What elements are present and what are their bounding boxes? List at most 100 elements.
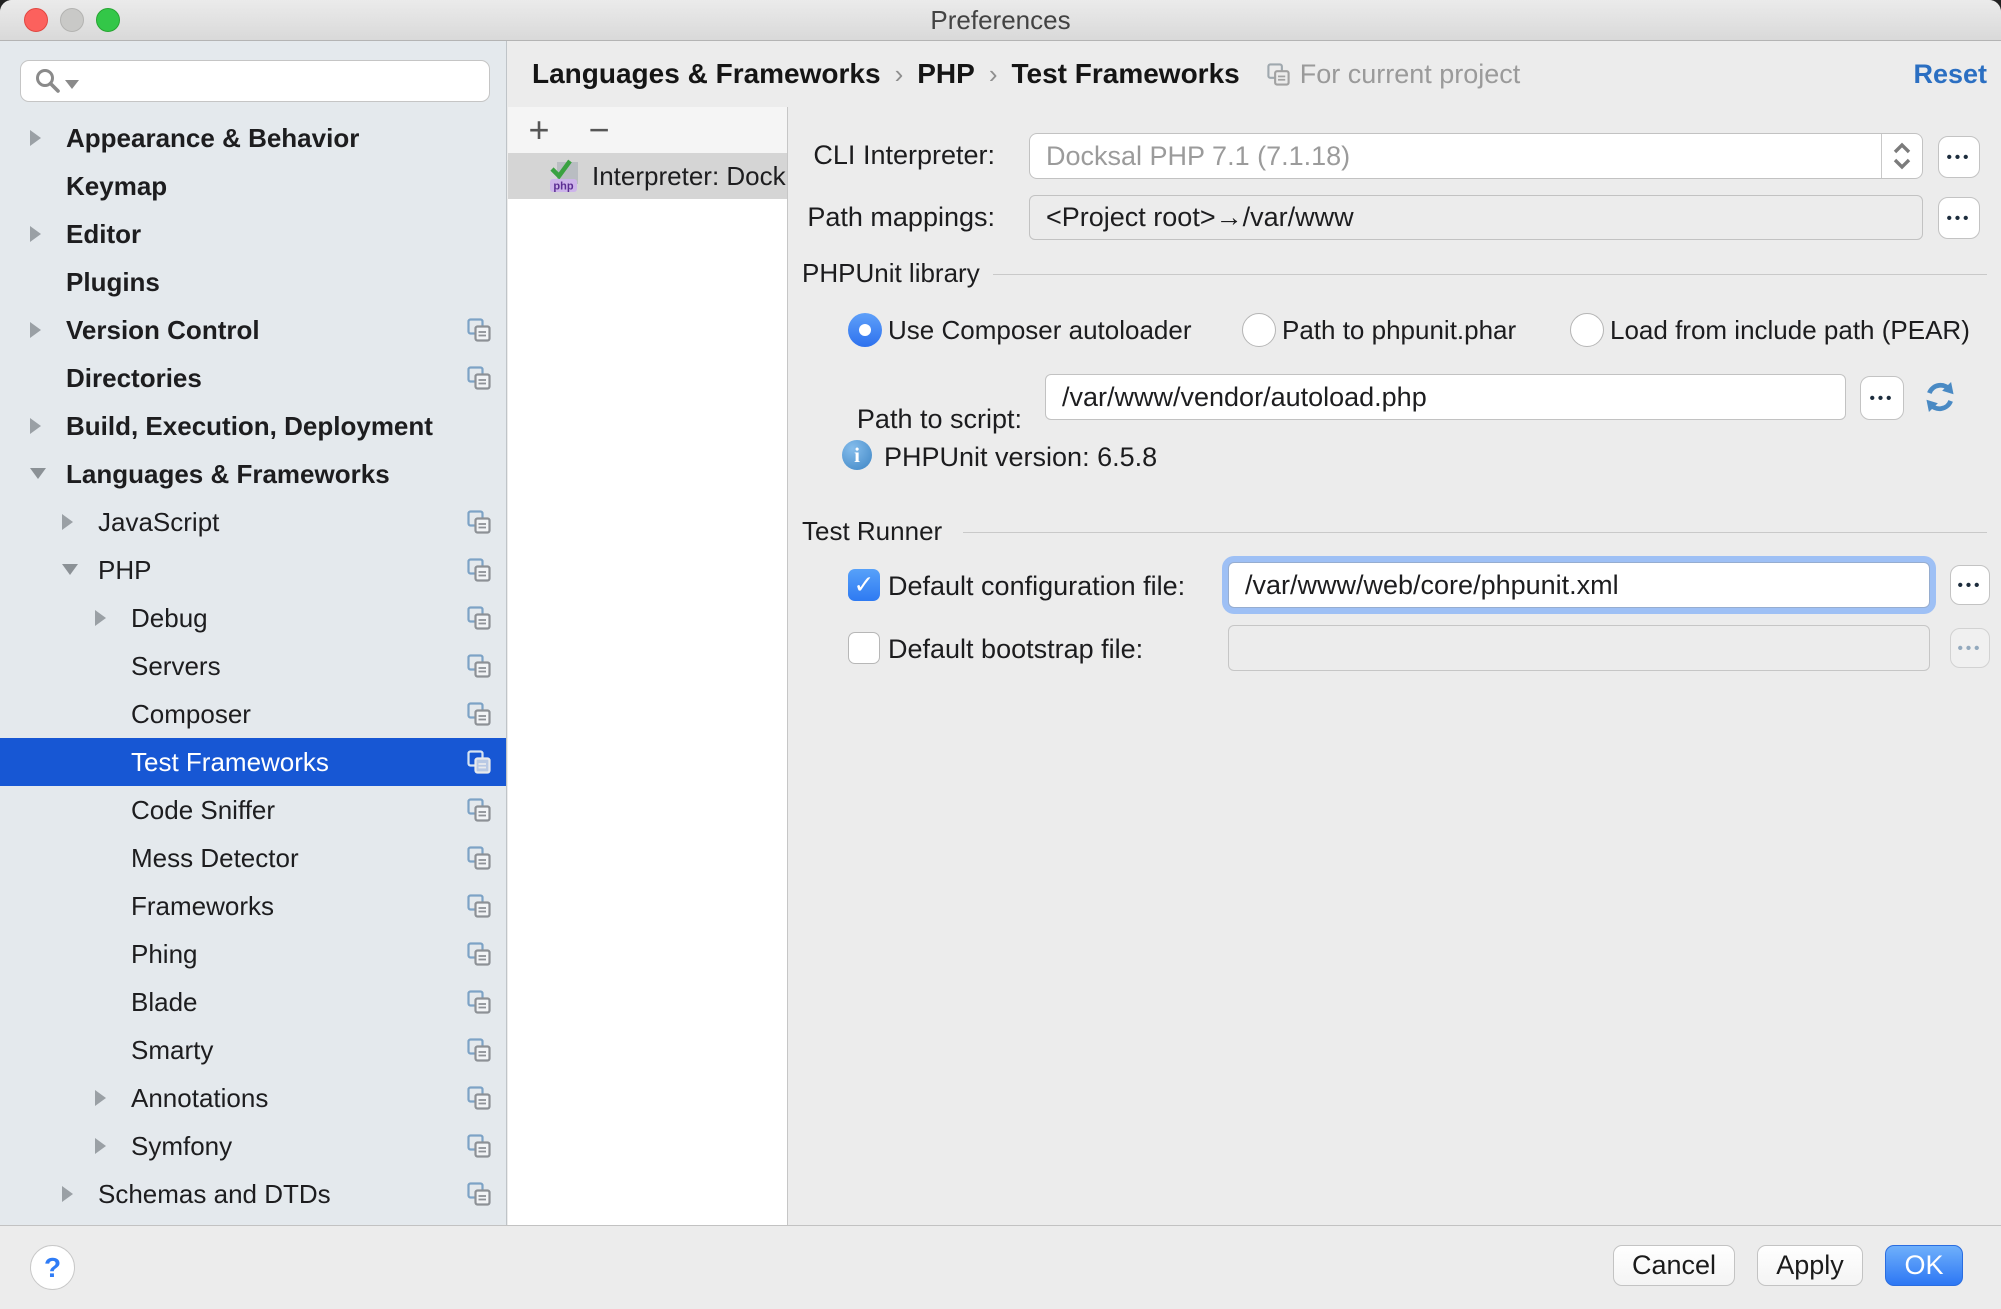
sidebar-item-label: Schemas and DTDs — [98, 1170, 331, 1218]
path-mappings-browse-button[interactable]: ••• — [1938, 197, 1980, 239]
sidebar-item-label: Build, Execution, Deployment — [66, 402, 433, 450]
cli-interpreter-select[interactable]: Docksal PHP 7.1 (7.1.18) — [1029, 133, 1923, 179]
svg-text:php: php — [553, 181, 573, 193]
sidebar-item-symfony[interactable]: Symfony — [0, 1122, 506, 1170]
sidebar-item-label: Code Sniffer — [131, 786, 275, 834]
sidebar-item-label: Blade — [131, 978, 198, 1026]
remove-interpreter-button[interactable]: − — [582, 110, 616, 150]
default-configuration-file-checkbox[interactable] — [848, 569, 880, 601]
sidebar-item-label: Servers — [131, 642, 221, 690]
sidebar-item-code-sniffer[interactable]: Code Sniffer — [0, 786, 506, 834]
sidebar-item-mess-detector[interactable]: Mess Detector — [0, 834, 506, 882]
sidebar-item-servers[interactable]: Servers — [0, 642, 506, 690]
sidebar-item-phing[interactable]: Phing — [0, 930, 506, 978]
per-project-settings-icon — [466, 317, 492, 343]
default-bootstrap-file-field — [1228, 625, 1930, 671]
sidebar-item-directories[interactable]: Directories — [0, 354, 506, 402]
chevron-down-icon[interactable] — [62, 564, 78, 575]
sidebar-item-appearance-behavior[interactable]: Appearance & Behavior — [0, 114, 506, 162]
per-project-settings-icon — [466, 1037, 492, 1063]
main-area: Appearance & BehaviorKeymapEditorPlugins… — [0, 41, 2001, 1225]
titlebar: Preferences — [0, 0, 2001, 41]
default-configuration-file-field[interactable]: /var/www/web/core/phpunit.xml — [1228, 562, 1930, 608]
breadcrumb-segment-1[interactable]: PHP — [917, 58, 975, 90]
per-project-settings-icon — [466, 893, 492, 919]
sidebar-item-label: Appearance & Behavior — [66, 114, 359, 162]
apply-button[interactable]: Apply — [1757, 1245, 1863, 1286]
sidebar-item-frameworks[interactable]: Frameworks — [0, 882, 506, 930]
settings-sidebar: Appearance & BehaviorKeymapEditorPlugins… — [0, 41, 507, 1225]
sidebar-item-annotations[interactable]: Annotations — [0, 1074, 506, 1122]
chevron-right-icon[interactable] — [95, 1138, 106, 1154]
reset-button[interactable]: Reset — [1913, 41, 1987, 107]
path-mappings-label: Path mappings: — [788, 202, 995, 233]
chevron-right-icon[interactable] — [62, 1186, 73, 1202]
sidebar-item-label: Mess Detector — [131, 834, 299, 882]
per-project-settings-icon — [466, 845, 492, 871]
breadcrumb-segment-2[interactable]: Test Frameworks — [1011, 58, 1239, 90]
sidebar-item-label: Editor — [66, 210, 141, 258]
zoom-button[interactable] — [96, 8, 120, 32]
sidebar-item-test-frameworks[interactable]: Test Frameworks — [0, 738, 506, 786]
default-bootstrap-file-browse-button[interactable]: ••• — [1950, 628, 1990, 668]
chevron-right-icon[interactable] — [30, 322, 41, 338]
cli-interpreter-label: CLI Interpreter: — [788, 140, 995, 171]
per-project-settings-icon — [1266, 62, 1291, 87]
traffic-lights — [24, 8, 120, 32]
refresh-icon[interactable] — [1921, 378, 1959, 416]
settings-search-input[interactable] — [20, 60, 490, 102]
cli-interpreter-browse-button[interactable]: ••• — [1938, 136, 1980, 178]
path-to-script-field[interactable]: /var/www/vendor/autoload.php — [1045, 374, 1846, 420]
radio-label[interactable]: Use Composer autoloader — [888, 313, 1192, 347]
path-mappings-field[interactable]: <Project root>→/var/www — [1029, 195, 1923, 240]
chevron-down-icon[interactable] — [30, 468, 46, 479]
sidebar-item-composer[interactable]: Composer — [0, 690, 506, 738]
sidebar-item-label: Plugins — [66, 258, 160, 306]
chevron-right-icon[interactable] — [30, 130, 41, 146]
search-options-caret-icon[interactable] — [65, 80, 79, 89]
sidebar-item-build-execution-deployment[interactable]: Build, Execution, Deployment — [0, 402, 506, 450]
radio-load-from-include-path-pear[interactable] — [1570, 313, 1604, 347]
minimize-button[interactable] — [60, 8, 84, 32]
chevron-right-icon[interactable] — [95, 1090, 106, 1106]
default-bootstrap-file-label: Default bootstrap file: — [888, 634, 1143, 665]
breadcrumb-segment-0[interactable]: Languages & Frameworks — [532, 58, 881, 90]
sidebar-item-label: Smarty — [131, 1026, 213, 1074]
sidebar-item-plugins[interactable]: Plugins — [0, 258, 506, 306]
radio-path-to-phpunit-phar[interactable] — [1242, 313, 1276, 347]
sidebar-item-label: Annotations — [131, 1074, 268, 1122]
per-project-settings-icon — [466, 1133, 492, 1159]
close-button[interactable] — [24, 8, 48, 32]
breadcrumb-separator: › — [989, 59, 998, 90]
radio-use-composer-autoloader[interactable] — [848, 313, 882, 347]
sidebar-item-editor[interactable]: Editor — [0, 210, 506, 258]
help-button[interactable]: ? — [30, 1245, 75, 1290]
sidebar-item-label: Composer — [131, 690, 251, 738]
add-interpreter-button[interactable]: + — [522, 110, 556, 150]
sidebar-item-blade[interactable]: Blade — [0, 978, 506, 1026]
sidebar-item-debug[interactable]: Debug — [0, 594, 506, 642]
sidebar-item-keymap[interactable]: Keymap — [0, 162, 506, 210]
sidebar-item-schemas-and-dtds[interactable]: Schemas and DTDs — [0, 1170, 506, 1218]
chevron-right-icon[interactable] — [95, 610, 106, 626]
sidebar-item-languages-frameworks[interactable]: Languages & Frameworks — [0, 450, 506, 498]
stepper-chevrons-icon[interactable] — [1881, 134, 1922, 178]
sidebar-item-php[interactable]: PHP — [0, 546, 506, 594]
php-interpreter-icon: php — [546, 157, 584, 195]
sidebar-item-smarty[interactable]: Smarty — [0, 1026, 506, 1074]
path-to-script-browse-button[interactable]: ••• — [1860, 376, 1904, 420]
chevron-right-icon[interactable] — [30, 418, 41, 434]
radio-label[interactable]: Path to phpunit.phar — [1282, 313, 1516, 347]
default-configuration-file-browse-button[interactable]: ••• — [1950, 565, 1990, 605]
chevron-right-icon[interactable] — [62, 514, 73, 530]
sidebar-item-version-control[interactable]: Version Control — [0, 306, 506, 354]
chevron-right-icon[interactable] — [30, 226, 41, 242]
radio-label[interactable]: Load from include path (PEAR) — [1610, 313, 1970, 347]
default-bootstrap-file-checkbox[interactable] — [848, 632, 880, 664]
ok-button[interactable]: OK — [1885, 1245, 1963, 1286]
sidebar-item-javascript[interactable]: JavaScript — [0, 498, 506, 546]
cancel-button[interactable]: Cancel — [1613, 1245, 1735, 1286]
interpreter-list-item[interactable]: php Interpreter: Dock — [508, 153, 787, 199]
section-divider — [993, 274, 1987, 275]
sidebar-item-label: Symfony — [131, 1122, 232, 1170]
